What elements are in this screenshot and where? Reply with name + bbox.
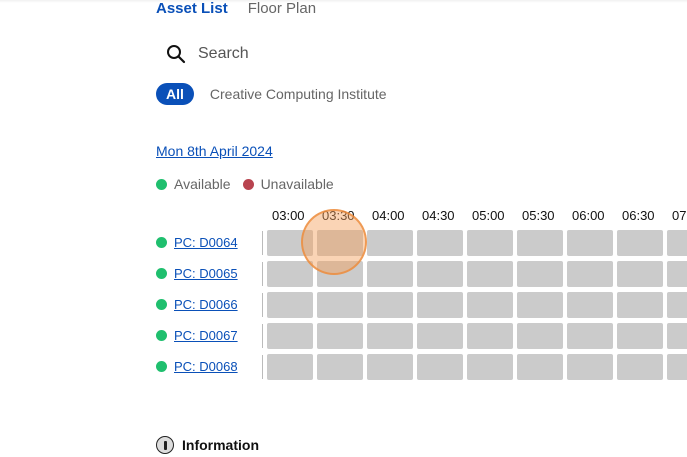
time-slot[interactable] xyxy=(667,230,687,256)
time-slot[interactable] xyxy=(567,261,613,287)
time-slot[interactable] xyxy=(467,230,513,256)
time-slot[interactable] xyxy=(417,292,463,318)
status-dot-icon xyxy=(156,268,167,279)
asset-link[interactable]: PC: D0064 xyxy=(174,235,238,250)
status-dot-icon xyxy=(156,299,167,310)
time-slot[interactable] xyxy=(367,323,413,349)
row-divider xyxy=(262,231,263,255)
time-slot[interactable] xyxy=(517,261,563,287)
time-slot[interactable] xyxy=(567,292,613,318)
asset-link[interactable]: PC: D0067 xyxy=(174,328,238,343)
time-slot[interactable] xyxy=(417,323,463,349)
search-input[interactable] xyxy=(198,45,498,63)
time-label: 07 xyxy=(672,208,687,223)
time-label: 06:00 xyxy=(572,208,605,223)
tab-floor-plan[interactable]: Floor Plan xyxy=(248,0,316,18)
legend-unavailable: Unavailable xyxy=(242,176,334,192)
time-slot[interactable] xyxy=(417,230,463,256)
time-slot[interactable] xyxy=(517,230,563,256)
time-slot[interactable] xyxy=(317,292,363,318)
legend-available: Available xyxy=(156,176,231,192)
time-slots xyxy=(267,354,687,380)
date-selector-link[interactable]: Mon 8th April 2024 xyxy=(156,143,273,159)
time-slots xyxy=(267,323,687,349)
asset-row: PC: D0064 xyxy=(156,230,687,256)
tab-asset-list[interactable]: Asset List xyxy=(156,0,228,18)
time-slot[interactable] xyxy=(317,354,363,380)
filter-institute-chip[interactable]: Creative Computing Institute xyxy=(210,86,387,102)
time-slot[interactable] xyxy=(267,354,313,380)
time-slot[interactable] xyxy=(467,354,513,380)
unavailable-dot-icon xyxy=(242,178,254,190)
time-slot[interactable] xyxy=(517,323,563,349)
time-slot[interactable] xyxy=(517,292,563,318)
row-divider xyxy=(262,324,263,348)
time-slot[interactable] xyxy=(667,323,687,349)
search-icon[interactable] xyxy=(166,44,186,64)
information-label: Information xyxy=(182,437,259,453)
time-label: 04:30 xyxy=(422,208,455,223)
available-dot-icon xyxy=(156,178,167,190)
time-label: 05:00 xyxy=(472,208,505,223)
time-slot[interactable] xyxy=(317,323,363,349)
row-divider xyxy=(262,293,263,317)
time-label: 04:00 xyxy=(372,208,405,223)
time-slot[interactable] xyxy=(517,354,563,380)
time-slot[interactable] xyxy=(667,261,687,287)
time-slot[interactable] xyxy=(467,292,513,318)
time-slot[interactable] xyxy=(467,323,513,349)
time-slot[interactable] xyxy=(367,292,413,318)
time-slot[interactable] xyxy=(417,261,463,287)
status-dot-icon xyxy=(156,361,167,372)
time-slot[interactable] xyxy=(567,323,613,349)
search-bar xyxy=(166,44,498,64)
filter-bar: All Creative Computing Institute xyxy=(156,83,387,105)
time-slot[interactable] xyxy=(617,323,663,349)
legend-unavailable-label: Unavailable xyxy=(260,176,334,192)
time-label: 06:30 xyxy=(622,208,655,223)
time-slot[interactable] xyxy=(367,230,413,256)
view-tabs: Asset List Floor Plan xyxy=(156,0,316,18)
asset-row: PC: D0067 xyxy=(156,323,687,349)
row-divider xyxy=(262,355,263,379)
time-slot[interactable] xyxy=(567,230,613,256)
asset-link[interactable]: PC: D0066 xyxy=(174,297,238,312)
time-slot[interactable] xyxy=(617,292,663,318)
time-label: 05:30 xyxy=(522,208,555,223)
asset-link[interactable]: PC: D0068 xyxy=(174,359,238,374)
time-slot[interactable] xyxy=(267,261,313,287)
time-slot[interactable] xyxy=(267,292,313,318)
status-dot-icon xyxy=(156,237,167,248)
asset-row: PC: D0068 xyxy=(156,354,687,380)
info-icon xyxy=(156,436,174,454)
top-bar-shadow xyxy=(0,0,687,3)
information-section: Information xyxy=(156,436,259,454)
time-slot[interactable] xyxy=(417,354,463,380)
row-divider xyxy=(262,262,263,286)
time-slot[interactable] xyxy=(367,261,413,287)
asset-row: PC: D0065 xyxy=(156,261,687,287)
time-slot[interactable] xyxy=(267,323,313,349)
filter-all-chip[interactable]: All xyxy=(156,83,194,105)
legend-available-label: Available xyxy=(174,176,231,192)
time-slot[interactable] xyxy=(617,354,663,380)
asset-row: PC: D0066 xyxy=(156,292,687,318)
time-slot[interactable] xyxy=(567,354,613,380)
asset-link[interactable]: PC: D0065 xyxy=(174,266,238,281)
time-slot[interactable] xyxy=(617,261,663,287)
time-slot[interactable] xyxy=(467,261,513,287)
time-slot[interactable] xyxy=(667,292,687,318)
click-indicator xyxy=(301,209,367,275)
time-label: 03:00 xyxy=(272,208,305,223)
status-dot-icon xyxy=(156,330,167,341)
time-slot[interactable] xyxy=(367,354,413,380)
availability-legend: Available Unavailable xyxy=(156,176,346,192)
time-slots xyxy=(267,292,687,318)
time-slot[interactable] xyxy=(667,354,687,380)
time-slot[interactable] xyxy=(617,230,663,256)
